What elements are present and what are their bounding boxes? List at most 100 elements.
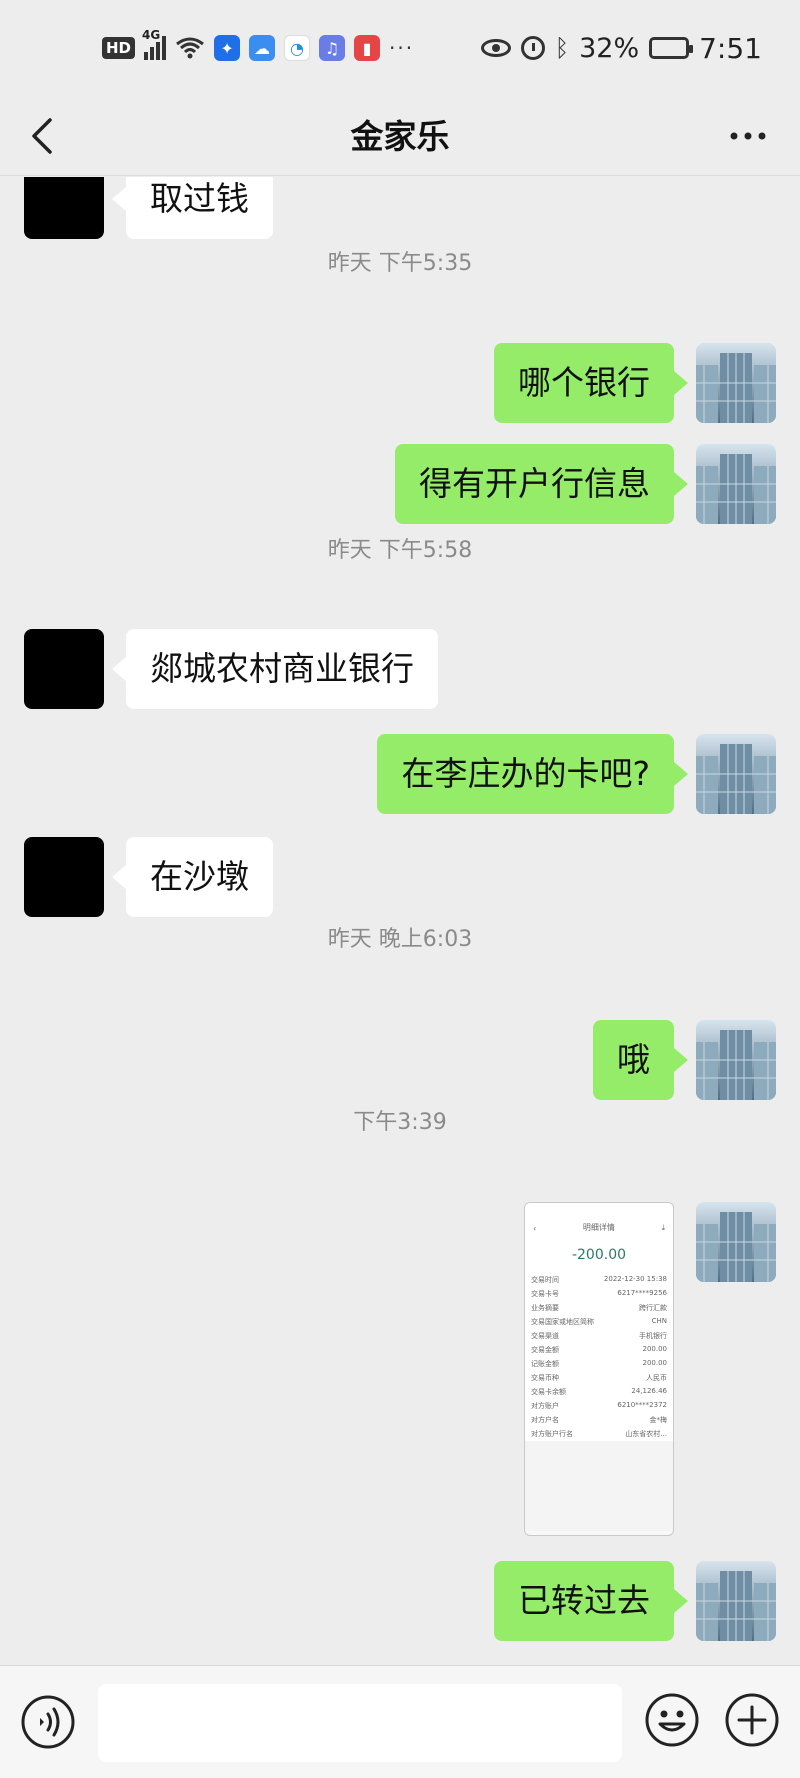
bulb-app-icon: ✦: [214, 35, 241, 61]
image-detail-value: 6217****9256: [617, 1289, 667, 1297]
image-detail-value: 24,126.46: [631, 1387, 667, 1395]
wifi-icon: [176, 37, 204, 59]
image-detail-value: 手机银行: [639, 1332, 667, 1340]
my-avatar[interactable]: [696, 1020, 776, 1100]
message-row: 哪个银行: [0, 343, 800, 423]
message-bubble[interactable]: 在李庄办的卡吧?: [377, 734, 688, 814]
image-detail-label: 交易时间: [531, 1276, 559, 1284]
image-detail-label: 对方户名: [531, 1416, 559, 1424]
image-detail-value: 山东省农村...: [625, 1430, 667, 1438]
signal-icon: 4G: [142, 28, 167, 60]
timestamp: 昨天 下午5:35: [327, 251, 473, 276]
image-detail-value: 跨行汇款: [639, 1304, 667, 1312]
my-avatar[interactable]: [696, 1202, 776, 1282]
red-app-icon: ▮: [354, 35, 381, 61]
image-detail-value: CHN: [651, 1317, 667, 1325]
voice-button[interactable]: [20, 1694, 76, 1750]
image-detail-row: 业务摘要 跨行汇款: [525, 1301, 673, 1315]
building-avatar-image: [696, 444, 776, 524]
image-detail-row: 对方账户行名 山东省农村...: [525, 1427, 673, 1441]
message-row: 得有开户行信息: [0, 444, 800, 524]
building-avatar-image: [696, 1020, 776, 1100]
image-detail-label: 对方账户行名: [531, 1430, 573, 1438]
more-functions-button[interactable]: [724, 1692, 780, 1748]
status-bar: HD 4G ✦ ☁ ◔ ♫ ▮ ··· ᛒ 32% 7:51: [0, 0, 800, 96]
plus-icon: [725, 1693, 779, 1747]
image-detail-value: 2022-12-30 15:38: [603, 1275, 667, 1283]
building-avatar-image: [696, 1561, 776, 1641]
cloud-app-icon: ☁: [249, 35, 276, 61]
message-row: 哦: [0, 1020, 800, 1100]
image-detail-label: 交易卡号: [531, 1290, 559, 1298]
image-detail-row: 交易国家或地区简称 CHN: [525, 1315, 673, 1329]
image-detail-row: 交易卡余额 24,126.46: [525, 1385, 673, 1399]
chat-title: 金家乐: [350, 117, 450, 156]
message-row: 取过钱: [0, 177, 800, 239]
image-title: 明细详情: [582, 1223, 615, 1232]
image-detail-row: 对方账户 6210****2372: [525, 1399, 673, 1413]
message-row: 在沙墩: [0, 837, 800, 917]
message-input[interactable]: [98, 1684, 622, 1762]
my-avatar[interactable]: [696, 343, 776, 423]
image-detail-row: 交易币种 人民币: [525, 1371, 673, 1385]
message-bubble[interactable]: 哦: [593, 1020, 688, 1100]
image-detail-label: 交易国家或地区简称: [531, 1318, 594, 1326]
my-avatar[interactable]: [696, 734, 776, 814]
image-header: ‹ 明细详情 ⤓: [525, 1203, 673, 1239]
hd-icon: HD: [102, 37, 136, 59]
image-details: 交易时间 2022-12-30 15:38 交易卡号 6217****9256 业务摘要…: [525, 1273, 673, 1441]
image-detail-label: 业务摘要: [531, 1304, 559, 1312]
message-row: ‹ 明细详情 ⤓ -200.00 交易时间 2022-12-30 15:38 交易卡…: [0, 1202, 800, 1538]
image-detail-label: 对方账户: [531, 1402, 559, 1410]
my-avatar[interactable]: [696, 444, 776, 524]
music-app-icon: ♫: [319, 35, 346, 61]
image-detail-label: 交易币种: [531, 1374, 559, 1382]
image-detail-label: 记账金额: [531, 1360, 559, 1368]
image-detail-value: 金*梅: [649, 1416, 668, 1424]
timestamp: 下午3:39: [353, 1110, 447, 1135]
my-avatar[interactable]: [696, 1561, 776, 1641]
message-list[interactable]: 取过钱 昨天 下午5:35 哪个银行 得有开户行信息 昨天 下午5:58 郯城农…: [0, 177, 800, 1665]
message-bubble[interactable]: 取过钱: [112, 177, 273, 239]
contact-avatar[interactable]: [24, 177, 104, 239]
building-avatar-image: [696, 343, 776, 423]
contact-avatar[interactable]: [24, 629, 104, 709]
message-bubble[interactable]: 得有开户行信息: [395, 444, 688, 524]
more-button[interactable]: [724, 114, 772, 158]
alarm-icon: [520, 36, 545, 60]
message-bubble[interactable]: 郯城农村商业银行: [112, 629, 438, 709]
image-detail-label: 交易卡余额: [531, 1388, 566, 1396]
voice-icon: [21, 1695, 75, 1749]
message-bubble[interactable]: 在沙墩: [112, 837, 273, 917]
image-download-icon: ⤓: [661, 1223, 665, 1232]
image-detail-row: 交易渠道 手机银行: [525, 1329, 673, 1343]
image-detail-label: 交易渠道: [531, 1332, 559, 1340]
message-row: 郯城农村商业银行: [0, 629, 800, 709]
message-bubble[interactable]: 哪个银行: [494, 343, 688, 423]
building-avatar-image: [696, 1202, 776, 1282]
chat-header: 金家乐: [0, 96, 800, 176]
emoji-button[interactable]: [644, 1692, 700, 1748]
image-detail-value: 6210****2372: [617, 1401, 667, 1409]
image-detail-row: 交易金额 200.00: [525, 1343, 673, 1357]
battery-percent: 32%: [579, 32, 640, 64]
message-row: 已转过去: [0, 1561, 800, 1641]
image-detail-value: 200.00: [642, 1345, 668, 1353]
image-detail-value: 人民币: [646, 1374, 667, 1382]
timestamp: 昨天 晚上6:03: [327, 927, 473, 952]
image-detail-row: 交易时间 2022-12-30 15:38: [525, 1273, 673, 1287]
emoji-icon: [645, 1693, 699, 1747]
contact-avatar[interactable]: [24, 837, 104, 917]
message-bubble[interactable]: 已转过去: [494, 1561, 688, 1641]
eye-icon: [480, 39, 511, 57]
image-detail-value: 200.00: [642, 1359, 668, 1367]
image-detail-row: 对方户名 金*梅: [525, 1413, 673, 1427]
image-detail-row: 交易卡号 6217****9256: [525, 1287, 673, 1301]
image-footer: [525, 1441, 673, 1531]
image-message[interactable]: ‹ 明细详情 ⤓ -200.00 交易时间 2022-12-30 15:38 交易卡…: [524, 1202, 674, 1536]
battery-icon: [649, 37, 694, 59]
building-avatar-image: [696, 734, 776, 814]
chat-app-icon: ◔: [284, 35, 311, 61]
input-bar: [0, 1665, 800, 1778]
timestamp: 昨天 下午5:58: [327, 538, 473, 563]
